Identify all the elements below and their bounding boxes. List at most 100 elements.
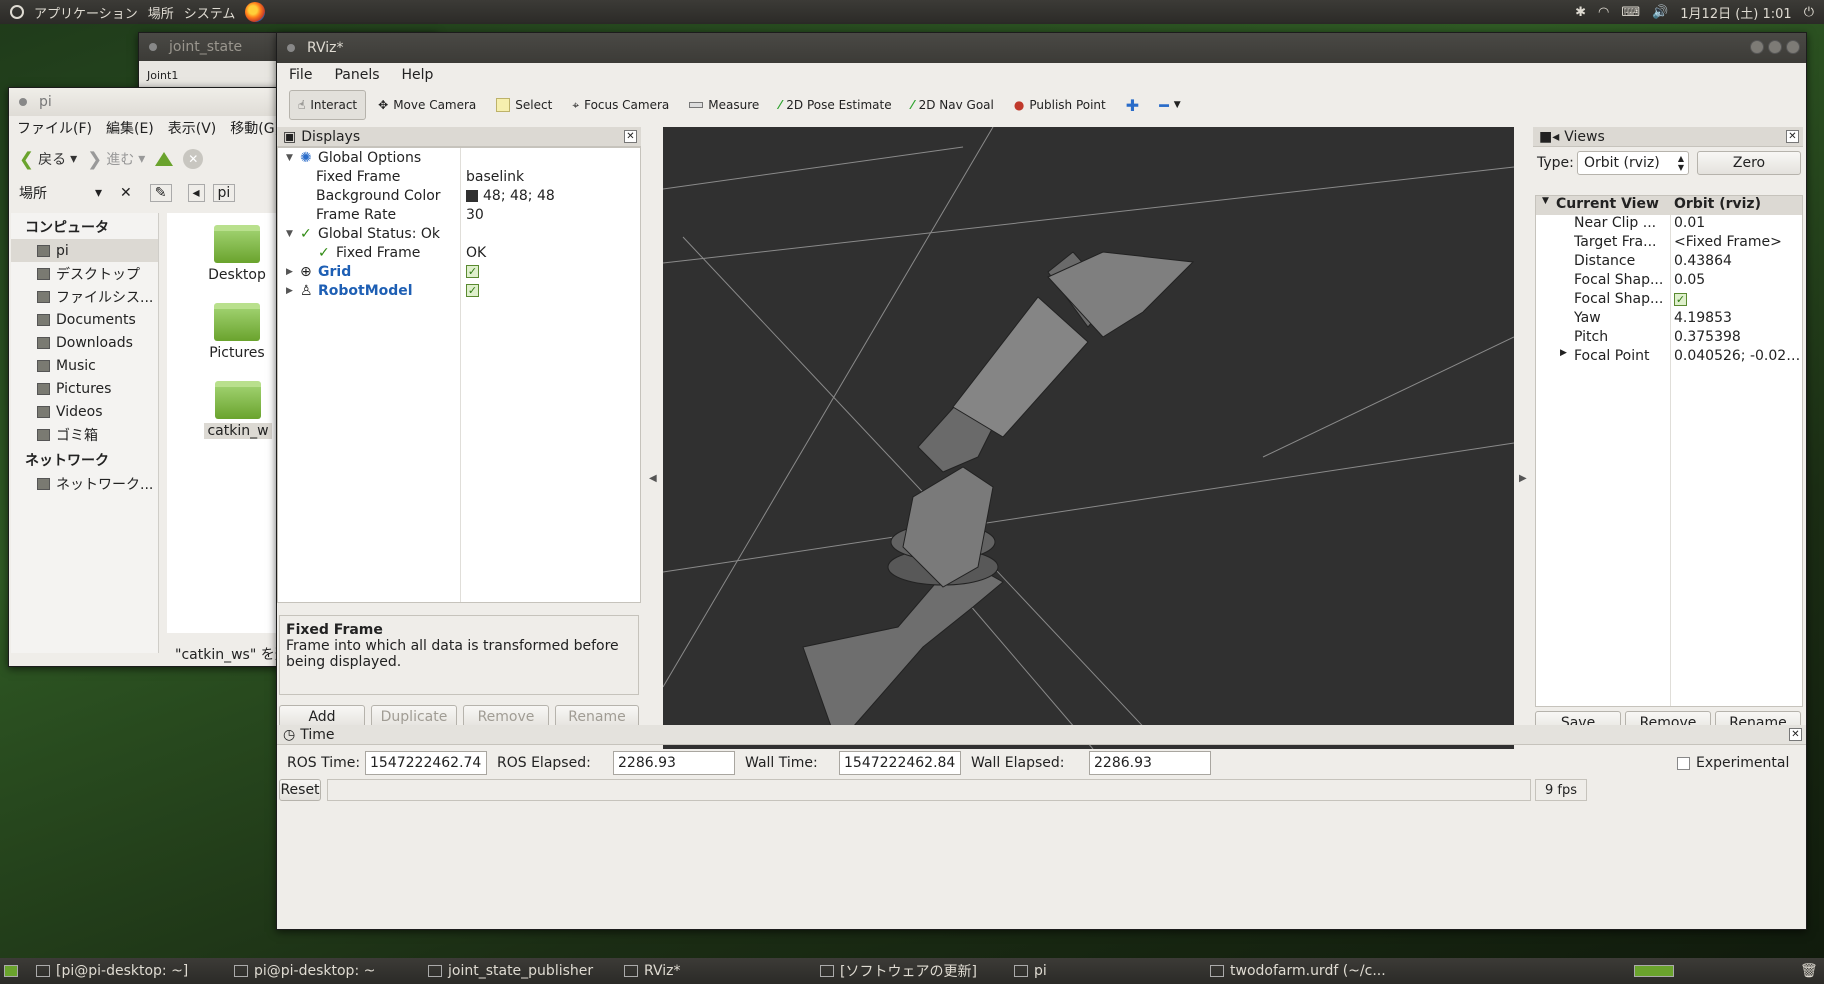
- menu-edit[interactable]: 編集(E): [106, 118, 154, 138]
- close-sidebar-icon[interactable]: ✕: [120, 185, 132, 201]
- current-view-row[interactable]: ▼ Current View Orbit (rviz): [1536, 196, 1802, 215]
- path-left-icon[interactable]: ◂: [187, 184, 205, 202]
- collapse-icon[interactable]: ▼: [286, 229, 293, 239]
- taskbar-item[interactable]: pi@pi-desktop: ~: [234, 958, 375, 984]
- maximize-icon[interactable]: [1768, 40, 1782, 54]
- edit-path-icon[interactable]: ✎: [149, 184, 172, 202]
- displays-tree[interactable]: ▼ ✺ Global Options Fixed Frame baselink …: [277, 147, 641, 603]
- tree-row-global-options[interactable]: ▼ ✺ Global Options: [278, 148, 640, 167]
- expand-icon[interactable]: ▶: [1560, 348, 1567, 358]
- places-menu[interactable]: 場所: [148, 3, 174, 22]
- places-label[interactable]: 場所: [19, 183, 47, 203]
- view-property-row[interactable]: Distance 0.43864: [1536, 253, 1802, 272]
- tree-row-fixed-frame[interactable]: Fixed Frame baselink: [278, 167, 640, 186]
- property-value[interactable]: 0.05: [1674, 272, 1802, 288]
- bluetooth-icon[interactable]: ✱: [1575, 5, 1586, 20]
- rviz-titlebar[interactable]: RViz*: [277, 33, 1806, 63]
- collapse-icon[interactable]: ▼: [286, 153, 293, 163]
- render-viewport[interactable]: [663, 127, 1514, 749]
- focal-shape-checkbox[interactable]: ✓: [1674, 293, 1687, 306]
- menu-file[interactable]: ファイル(F): [17, 118, 92, 138]
- tool-interact[interactable]: ☝ Interact: [289, 90, 367, 120]
- ubuntu-logo-icon[interactable]: [10, 5, 24, 19]
- expand-icon[interactable]: ▶: [286, 286, 293, 296]
- sidebar-item-home[interactable]: pi: [11, 239, 158, 262]
- taskbar-item[interactable]: [ソフトウェアの更新]: [820, 958, 977, 984]
- window-menu-icon[interactable]: [287, 44, 295, 52]
- collapse-icon[interactable]: ▼: [1542, 196, 1549, 206]
- sidebar-item-pictures[interactable]: Pictures: [11, 377, 158, 400]
- enabled-checkbox[interactable]: ✓: [466, 284, 479, 297]
- window-menu-icon[interactable]: [149, 43, 157, 51]
- property-value[interactable]: 30: [466, 207, 484, 223]
- tree-row-grid[interactable]: ▶ ⊕ Grid ✓: [278, 262, 640, 281]
- power-icon[interactable]: ⏻: [1804, 5, 1814, 20]
- sidebar-item-desktop[interactable]: デスクトップ: [11, 262, 158, 285]
- sidebar-item-documents[interactable]: Documents: [11, 308, 158, 331]
- view-property-row[interactable]: Near Clip ... 0.01: [1536, 215, 1802, 234]
- property-value[interactable]: <Fixed Frame>: [1674, 234, 1802, 250]
- sidebar-item-videos[interactable]: Videos: [11, 400, 158, 423]
- tool-measure[interactable]: Measure: [681, 90, 767, 120]
- ros-time-field[interactable]: 1547222462.74: [365, 751, 487, 775]
- property-value[interactable]: 0.040526; -0.021...: [1674, 348, 1802, 364]
- applications-menu[interactable]: アプリケーション: [34, 3, 138, 22]
- folder-item[interactable]: Pictures: [207, 303, 267, 361]
- tool-focus-camera[interactable]: ⌖ Focus Camera: [564, 90, 677, 120]
- reset-button[interactable]: Reset: [279, 779, 321, 801]
- tool-publish-point[interactable]: ● Publish Point: [1006, 90, 1114, 120]
- remove-tool-button[interactable]: ━ ▼: [1151, 90, 1189, 120]
- experimental-toggle[interactable]: Experimental: [1677, 755, 1789, 771]
- taskbar-item[interactable]: twodofarm.urdf (~/c...: [1210, 958, 1386, 984]
- menu-go[interactable]: 移動(G): [230, 118, 280, 138]
- tool-2d-nav-goal[interactable]: ⁄ 2D Nav Goal: [904, 90, 1002, 120]
- keyboard-icon[interactable]: ⌨: [1621, 5, 1640, 20]
- taskbar-item[interactable]: joint_state_publisher: [428, 958, 593, 984]
- show-desktop-icon[interactable]: [4, 958, 18, 984]
- zero-button[interactable]: Zero: [1697, 151, 1801, 175]
- property-value[interactable]: baselink: [466, 169, 524, 185]
- tree-row-global-status[interactable]: ▼ ✓ Global Status: Ok: [278, 224, 640, 243]
- tree-row-background-color[interactable]: Background Color 48; 48; 48: [278, 186, 640, 205]
- places-dropdown-icon[interactable]: ▾: [95, 185, 102, 201]
- close-panel-icon[interactable]: ✕: [624, 130, 637, 143]
- tool-select[interactable]: Select: [488, 90, 560, 120]
- ros-elapsed-field[interactable]: 2286.93: [613, 751, 735, 775]
- menu-view[interactable]: 表示(V): [168, 118, 217, 138]
- workspace-switcher[interactable]: [1634, 958, 1674, 984]
- view-property-row[interactable]: ▶ Focal Point 0.040526; -0.021...: [1536, 348, 1802, 367]
- wall-time-field[interactable]: 1547222462.84: [839, 751, 961, 775]
- collapse-left-icon[interactable]: ◀: [649, 473, 657, 484]
- file-manager-titlebar[interactable]: pi: [9, 88, 307, 116]
- tree-row-status-fixed-frame[interactable]: ✓ Fixed Frame OK: [278, 243, 640, 262]
- property-value[interactable]: 0.01: [1674, 215, 1802, 231]
- wifi-icon[interactable]: ◠: [1598, 5, 1609, 20]
- trash-icon[interactable]: 🗑: [1800, 958, 1818, 984]
- sidebar-item-trash[interactable]: ゴミ箱: [11, 423, 158, 446]
- taskbar-item[interactable]: pi: [1014, 958, 1047, 984]
- view-property-row[interactable]: Target Fra... <Fixed Frame>: [1536, 234, 1802, 253]
- forward-button[interactable]: ❯ 進む ▾: [87, 149, 145, 170]
- views-tree[interactable]: ▼ Current View Orbit (rviz) Near Clip ..…: [1535, 195, 1803, 707]
- close-panel-icon[interactable]: ✕: [1786, 130, 1799, 143]
- back-button[interactable]: ❮ 戻る ▾: [19, 149, 77, 170]
- view-property-row[interactable]: Pitch 0.375398: [1536, 329, 1802, 348]
- system-menu[interactable]: システム: [184, 3, 236, 22]
- menu-panels[interactable]: Panels: [334, 67, 379, 83]
- firefox-icon[interactable]: [245, 2, 266, 22]
- add-tool-button[interactable]: ✚: [1118, 90, 1147, 120]
- tree-row-frame-rate[interactable]: Frame Rate 30: [278, 205, 640, 224]
- view-property-row[interactable]: Focal Shap... ✓: [1536, 291, 1802, 310]
- taskbar-item[interactable]: [pi@pi-desktop: ~]: [36, 958, 188, 984]
- experimental-checkbox[interactable]: [1677, 756, 1690, 770]
- sidebar-item-filesystem[interactable]: ファイルシス...: [11, 285, 158, 308]
- tree-row-robot-model[interactable]: ▶ ♙ RobotModel ✓: [278, 281, 640, 300]
- sidebar-item-downloads[interactable]: Downloads: [11, 331, 158, 354]
- stop-icon[interactable]: ✕: [183, 149, 204, 169]
- wall-elapsed-field[interactable]: 2286.93: [1089, 751, 1211, 775]
- folder-item[interactable]: Desktop: [207, 225, 267, 283]
- close-icon[interactable]: [1786, 40, 1800, 54]
- up-icon[interactable]: [155, 152, 174, 166]
- expand-icon[interactable]: ▶: [286, 267, 293, 277]
- view-type-select[interactable]: Orbit (rviz) ▲ ▼: [1577, 151, 1689, 175]
